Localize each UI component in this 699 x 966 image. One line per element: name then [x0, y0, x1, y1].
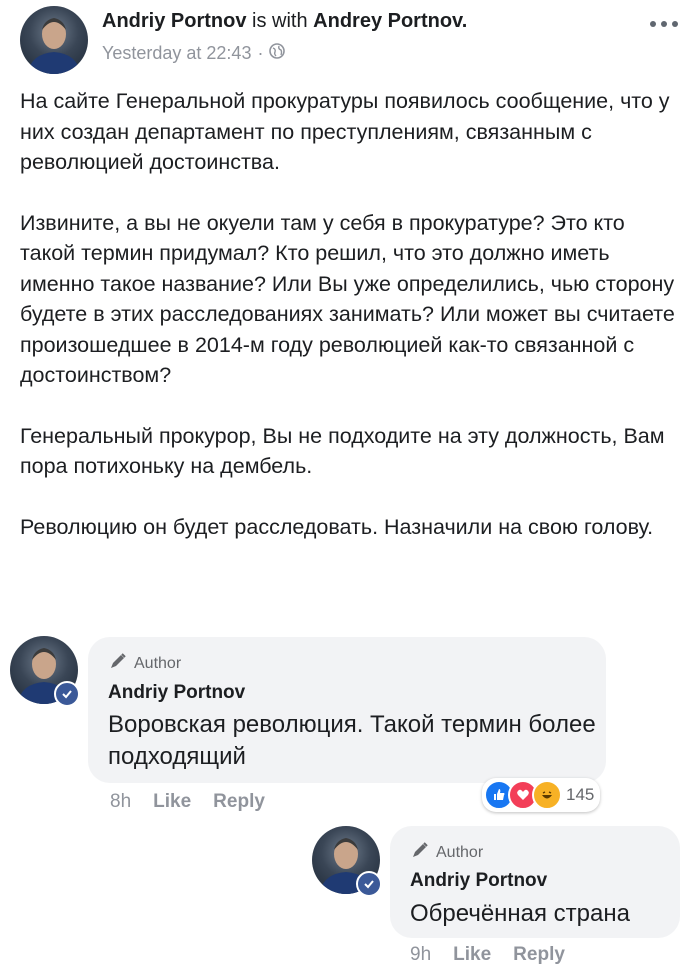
- post-meta: Yesterday at 22:43 ·: [102, 43, 286, 64]
- post-author-name[interactable]: Andriy Portnov: [102, 10, 246, 32]
- with-text: is with: [252, 10, 308, 32]
- reply-actions: 9h Like Reply: [410, 944, 565, 966]
- post-paragraph: На сайте Генеральной прокуратуры появило…: [20, 89, 670, 174]
- post-paragraph: Генеральный прокурор, Вы не подходите на…: [20, 423, 665, 479]
- post-header: Andriy Portnov is with Andrey Portnov.: [102, 10, 467, 33]
- author-tag: Author: [410, 840, 483, 865]
- reply-time[interactable]: 9h: [410, 944, 431, 966]
- post-body: На сайте Генеральной прокуратуры появило…: [20, 86, 685, 572]
- meta-separator: ·: [257, 43, 264, 63]
- post-paragraph: Извините, а вы не окуели там у себя в пр…: [20, 210, 675, 388]
- more-options-icon[interactable]: [647, 14, 681, 34]
- comment-time[interactable]: 8h: [110, 791, 131, 813]
- author-tag-label: Author: [436, 843, 484, 861]
- pencil-icon: [108, 651, 128, 676]
- author-tag-label: Author: [134, 654, 182, 672]
- pencil-icon: [410, 840, 430, 865]
- reply-author-name[interactable]: Andriy Portnov: [410, 870, 547, 892]
- post-paragraph: Революцию он будет расследовать. Назначи…: [20, 514, 654, 539]
- post-author-avatar[interactable]: [20, 6, 88, 74]
- reply-button[interactable]: Reply: [213, 791, 265, 813]
- comment-author-name[interactable]: Andriy Portnov: [108, 682, 245, 704]
- comment-actions: 8h Like Reply: [110, 791, 265, 813]
- reply-text: Обречённая страна: [410, 900, 630, 927]
- tagged-user-name[interactable]: Andrey Portnov.: [313, 10, 467, 32]
- like-button[interactable]: Like: [453, 944, 491, 966]
- reaction-count: 145: [566, 785, 595, 804]
- verified-badge-icon: [356, 871, 382, 897]
- reactions-summary[interactable]: 145: [482, 778, 601, 812]
- post-timestamp[interactable]: Yesterday at 22:43: [102, 43, 251, 64]
- like-button[interactable]: Like: [153, 791, 191, 813]
- comment-text: Воровская революция. Такой термин более …: [108, 711, 596, 770]
- reply-button[interactable]: Reply: [513, 944, 565, 966]
- author-tag: Author: [108, 651, 181, 676]
- verified-badge-icon: [54, 681, 80, 707]
- globe-icon: [269, 43, 286, 64]
- haha-reaction-icon: [532, 780, 562, 810]
